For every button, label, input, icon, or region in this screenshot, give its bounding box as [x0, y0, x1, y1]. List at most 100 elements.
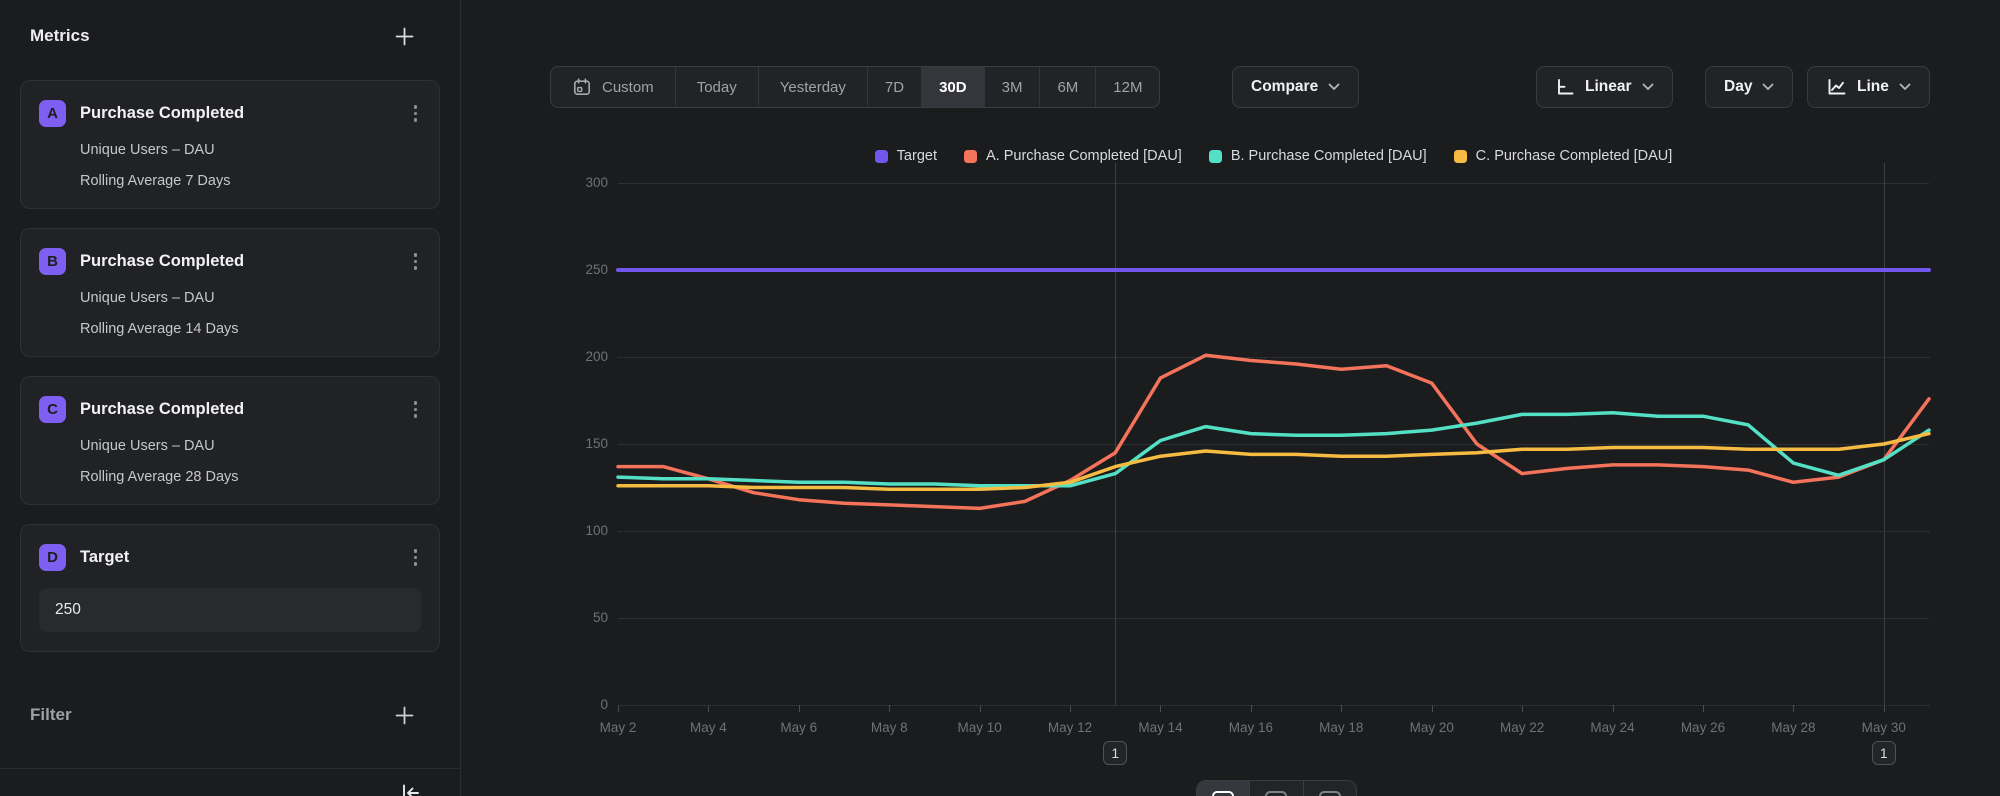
date-range-30d[interactable]: 30D	[921, 67, 984, 107]
collapse-sidebar-button[interactable]	[400, 782, 422, 796]
analytics-dashboard: Metrics A Purchase Completed Unique User…	[0, 0, 2000, 796]
calendar-icon	[572, 77, 592, 97]
target-value-input[interactable]	[39, 588, 421, 632]
y-axis-label: 300	[548, 174, 608, 192]
legend-item[interactable]: Target	[875, 148, 937, 164]
line-chart-icon	[1826, 77, 1847, 97]
metric-measurement: Unique Users – DAU	[80, 290, 421, 306]
metric-title: Purchase Completed	[80, 104, 410, 123]
x-axis-label: May 2	[573, 720, 663, 735]
gridline-y-0	[618, 705, 1929, 706]
rounded-rect-icon	[1211, 790, 1235, 796]
x-axis-label: May 12	[1025, 720, 1115, 735]
collapse-sidebar-icon	[400, 782, 422, 796]
x-axis-tick	[708, 705, 709, 712]
chart-size-toolbar	[1196, 780, 1357, 796]
filter-header: Filter	[0, 703, 460, 727]
legend-label: Target	[897, 148, 937, 164]
metric-badge-d: D	[39, 544, 66, 571]
compare-button[interactable]: Compare	[1232, 66, 1359, 108]
metric-title: Purchase Completed	[80, 252, 410, 271]
date-range-12m[interactable]: 12M	[1095, 67, 1159, 107]
date-range-7d[interactable]: 7D	[867, 67, 921, 107]
metric-badge-b: B	[39, 248, 66, 275]
metric-rolling-average: Rolling Average 28 Days	[80, 469, 421, 485]
scale-label: Linear	[1585, 78, 1632, 96]
x-axis-label: May 22	[1477, 720, 1567, 735]
date-range-custom[interactable]: Custom	[551, 67, 675, 107]
x-axis-tick	[1251, 705, 1252, 712]
x-axis-label: May 8	[844, 720, 934, 735]
metric-card-a: A Purchase Completed Unique Users – DAU …	[20, 80, 440, 209]
interval-button[interactable]: Day	[1705, 66, 1793, 108]
legend-item[interactable]: C. Purchase Completed [DAU]	[1454, 148, 1673, 164]
y-axis-label: 250	[548, 261, 608, 279]
legend-label: A. Purchase Completed [DAU]	[986, 148, 1182, 164]
x-axis-label: May 24	[1568, 720, 1658, 735]
metric-title: Purchase Completed	[80, 400, 410, 419]
metrics-sidebar: Metrics A Purchase Completed Unique User…	[0, 0, 461, 796]
x-axis-label: May 14	[1115, 720, 1205, 735]
x-axis-label: May 6	[754, 720, 844, 735]
x-axis-tick	[1703, 705, 1704, 712]
date-range-yesterday[interactable]: Yesterday	[758, 67, 867, 107]
x-axis-tick	[1341, 705, 1342, 712]
legend-swatch	[964, 150, 977, 163]
legend-item[interactable]: A. Purchase Completed [DAU]	[964, 148, 1182, 164]
x-axis-tick	[980, 705, 981, 712]
chart-type-button[interactable]: Line	[1807, 66, 1930, 108]
x-axis-label: May 10	[935, 720, 1025, 735]
date-range-label: Custom	[602, 79, 654, 96]
legend-item[interactable]: B. Purchase Completed [DAU]	[1209, 148, 1427, 164]
add-metric-button[interactable]	[392, 24, 416, 48]
add-filter-button[interactable]	[392, 703, 416, 727]
chevron-down-icon	[1899, 83, 1911, 91]
interval-label: Day	[1724, 78, 1752, 96]
metric-rolling-average: Rolling Average 7 Days	[80, 173, 421, 189]
metric-badge-c: C	[39, 396, 66, 423]
date-range-label: 3M	[1002, 79, 1023, 96]
date-range-label: 30D	[939, 79, 967, 96]
chart-plot-area[interactable]: 050100150200250300May 2May 4May 6May 8Ma…	[618, 183, 1929, 705]
plus-icon	[394, 705, 415, 726]
sidebar-divider	[0, 768, 460, 769]
metrics-header: Metrics	[0, 24, 460, 48]
x-axis-label: May 28	[1748, 720, 1838, 735]
date-range-label: 7D	[885, 79, 904, 96]
axis-icon	[1555, 77, 1575, 97]
chart-size-option-1[interactable]	[1197, 781, 1249, 796]
date-range-today[interactable]: Today	[675, 67, 758, 107]
date-range-3m[interactable]: 3M	[984, 67, 1040, 107]
scale-button[interactable]: Linear	[1536, 66, 1673, 108]
metric-rolling-average: Rolling Average 14 Days	[80, 321, 421, 337]
legend-label: C. Purchase Completed [DAU]	[1476, 148, 1673, 164]
kebab-menu-icon[interactable]	[410, 101, 422, 126]
x-axis-tick	[889, 705, 890, 712]
annotation-badge[interactable]: 1	[1103, 741, 1127, 765]
x-axis-label: May 18	[1296, 720, 1386, 735]
chart-legend: Target A. Purchase Completed [DAU] B. Purc…	[618, 148, 1929, 164]
date-range-6m[interactable]: 6M	[1039, 67, 1095, 107]
chart-panel: Custom Today Yesterday 7D 30D 3M 6M 12M	[461, 0, 2000, 796]
x-axis-label: May 4	[663, 720, 753, 735]
annotation-badge[interactable]: 1	[1872, 741, 1896, 765]
x-axis-tick	[1522, 705, 1523, 712]
rounded-rect-icon	[1264, 790, 1288, 796]
y-axis-label: 100	[548, 522, 608, 540]
legend-label: B. Purchase Completed [DAU]	[1231, 148, 1427, 164]
chart-size-option-2[interactable]	[1249, 781, 1302, 796]
filter-title: Filter	[30, 705, 72, 725]
x-axis-tick	[1160, 705, 1161, 712]
x-axis-label: May 30	[1839, 720, 1929, 735]
x-axis-label: May 16	[1206, 720, 1296, 735]
rounded-rect-icon	[1318, 790, 1342, 796]
date-range-label: Today	[697, 79, 737, 96]
metric-card-b: B Purchase Completed Unique Users – DAU …	[20, 228, 440, 357]
kebab-menu-icon[interactable]	[410, 397, 422, 422]
y-axis-label: 0	[548, 696, 608, 714]
kebab-menu-icon[interactable]	[410, 249, 422, 274]
chart-size-option-3[interactable]	[1303, 781, 1356, 796]
kebab-menu-icon[interactable]	[410, 545, 422, 570]
y-axis-label: 150	[548, 435, 608, 453]
metrics-title: Metrics	[30, 26, 90, 46]
